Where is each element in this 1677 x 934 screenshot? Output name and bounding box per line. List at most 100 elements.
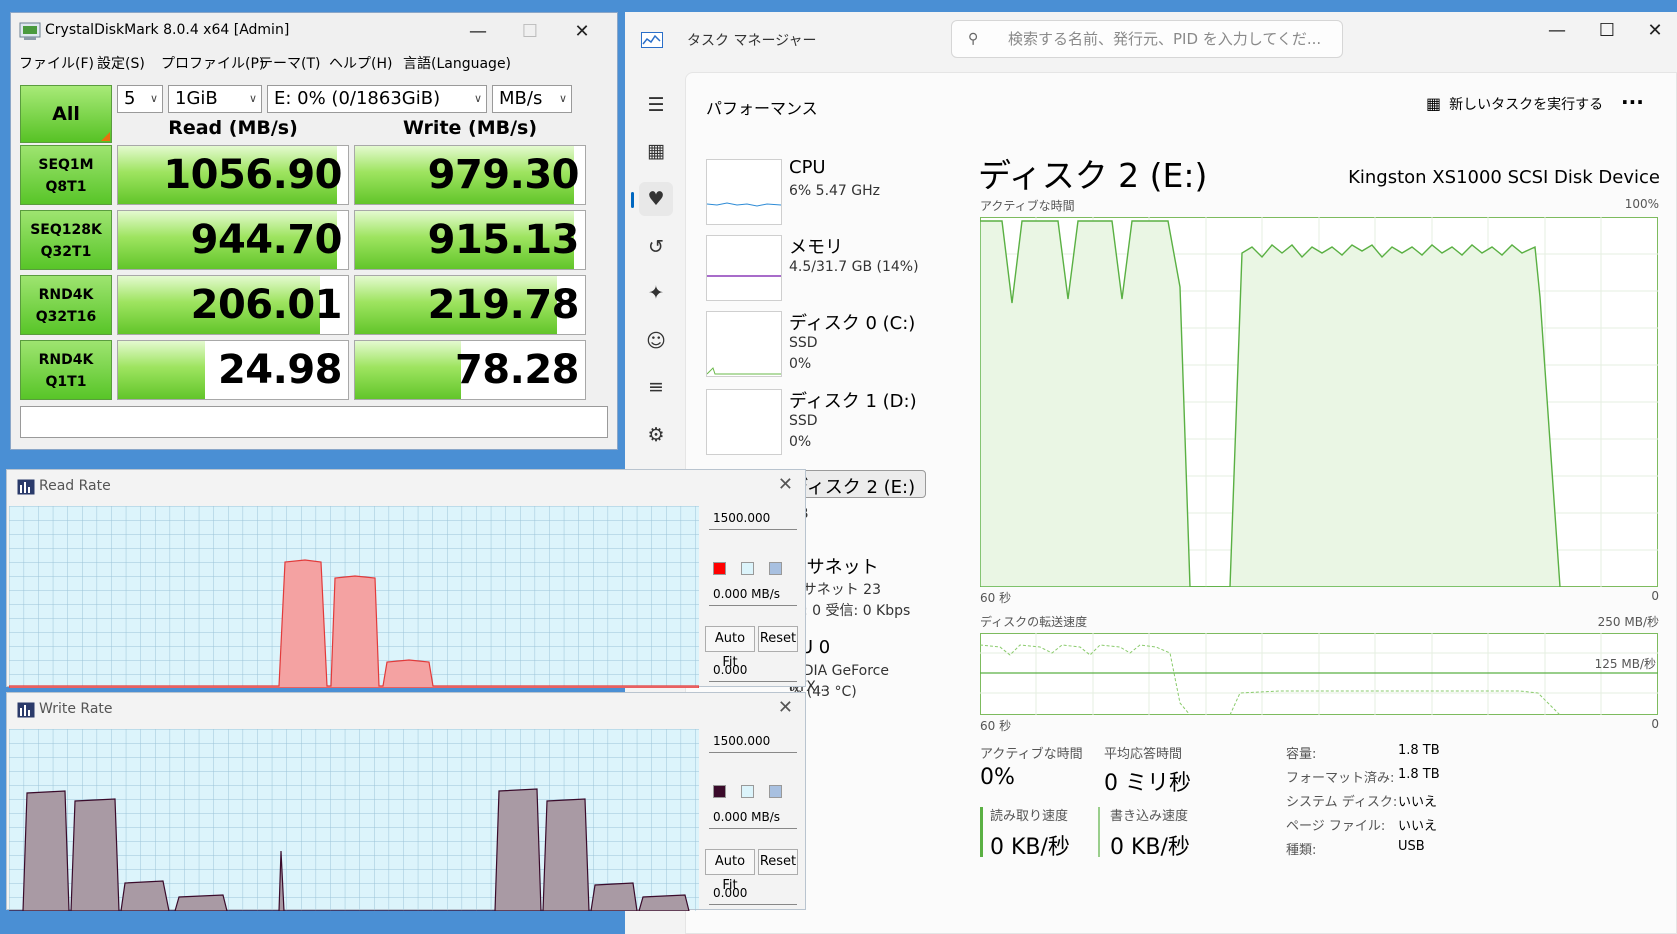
- write-rate-plot: [9, 729, 699, 912]
- max-value-field[interactable]: 1500.000: [709, 508, 797, 530]
- search-placeholder: 検索する名前、発行元、PID を入力してくだ...: [1008, 30, 1322, 48]
- unit-select[interactable]: MB/s ∨: [492, 85, 572, 113]
- all-button[interactable]: All: [20, 85, 112, 143]
- read-speed-value: 0 KB/秒: [990, 835, 1070, 860]
- write-speed-indicator: [1098, 807, 1100, 857]
- device-disk0[interactable]: ディスク 0 (C:) SSD 0%: [696, 305, 926, 383]
- chevron-down-icon: ∨: [248, 92, 257, 105]
- chart2-max: 250 MB/秒: [1597, 615, 1659, 629]
- close-button[interactable]: ✕: [778, 474, 793, 495]
- read-header: Read (MB/s): [168, 117, 298, 139]
- test-rnd4k-q1t1-button[interactable]: RND4K Q1T1: [20, 340, 112, 400]
- comment-field[interactable]: [20, 406, 608, 438]
- size-select[interactable]: 1GiB ∨: [168, 85, 262, 113]
- performance-icon[interactable]: ♥: [631, 182, 673, 216]
- search-input[interactable]: ⚲ 検索する名前、発行元、PID を入力してくだ...: [951, 20, 1343, 58]
- app-history-icon[interactable]: ↺: [639, 230, 673, 264]
- details-icon[interactable]: ≡: [639, 370, 673, 404]
- cpu-thumbnail: [706, 159, 782, 225]
- line-color-swatch[interactable]: [713, 562, 726, 575]
- result-seq1m-read: 1056.90: [117, 145, 349, 205]
- menu-profile[interactable]: プロファイル(P): [161, 53, 264, 73]
- services-icon[interactable]: ⚙: [639, 418, 673, 452]
- active-time-label: アクティブな時間: [980, 747, 1083, 762]
- chart2-left-label: 60 秒: [980, 719, 1012, 733]
- minimize-button[interactable]: —: [1532, 12, 1582, 50]
- max-value-field[interactable]: 1500.000: [709, 731, 797, 753]
- chevron-down-icon: ∨: [473, 92, 482, 105]
- maximize-button[interactable]: ☐: [505, 13, 555, 51]
- performance-panel: パフォーマンス ▦ 新しいタスクを実行する ... CPU 6% 5.47 GHz…: [685, 72, 1677, 934]
- result-bar: [118, 341, 206, 399]
- new-task-icon: ▦: [1426, 94, 1442, 113]
- chart1-left-label: 60 秒: [980, 591, 1012, 605]
- count-select[interactable]: 5 ∨: [117, 85, 163, 113]
- close-button[interactable]: ✕: [557, 13, 607, 51]
- menu-help[interactable]: ヘルプ(H): [329, 53, 392, 73]
- page-title: パフォーマンス: [706, 99, 818, 118]
- device-cpu[interactable]: CPU 6% 5.47 GHz: [696, 153, 926, 231]
- users-icon[interactable]: ☺: [639, 324, 673, 358]
- chevron-down-icon: ∨: [149, 92, 158, 105]
- chart2-label: ディスクの転送速度: [980, 615, 1088, 629]
- device-memory[interactable]: メモリ 4.5/31.7 GB (14%): [696, 229, 926, 307]
- menu-file[interactable]: ファイル(F): [19, 53, 94, 73]
- test-seq128k-button[interactable]: SEQ128K Q32T1: [20, 210, 112, 270]
- write-rate-graph: [9, 729, 699, 912]
- test-seq1m-button[interactable]: SEQ1M Q8T1: [20, 145, 112, 205]
- device-disk1[interactable]: ディスク 1 (D:) SSD 0%: [696, 383, 926, 461]
- more-options-button[interactable]: ...: [1621, 85, 1644, 109]
- read-rate-controls: 1500.000 0.000 MB/s Auto Fit Reset 0.000: [701, 506, 807, 686]
- chart2-right-label: 0: [1651, 717, 1659, 731]
- grid-color-swatch[interactable]: [769, 785, 782, 798]
- drive-select[interactable]: E: 0% (0/1863GiB) ∨: [267, 85, 487, 113]
- read-rate-plot: [8, 506, 700, 689]
- grid-color-swatch[interactable]: [769, 562, 782, 575]
- write-rate-window: Write Rate ✕ 1500.000 0.000 MB/s Auto Fi…: [6, 692, 806, 912]
- hamburger-menu-icon[interactable]: ☰: [639, 88, 673, 122]
- prop-key-4: 種類:: [1286, 843, 1317, 858]
- chart1-right-label: 0: [1651, 589, 1659, 603]
- reset-button[interactable]: Reset: [758, 849, 798, 875]
- window-title: Write Rate: [39, 701, 113, 717]
- menu-language[interactable]: 言語(Language): [403, 53, 511, 73]
- prop-val-1: 1.8 TB: [1398, 767, 1440, 782]
- min-value-field[interactable]: 0.000: [709, 660, 797, 682]
- chart1-label: アクティブな時間: [980, 199, 1075, 213]
- close-button[interactable]: ✕: [778, 697, 793, 718]
- menu-settings[interactable]: 設定(S): [97, 53, 145, 73]
- prop-val-0: 1.8 TB: [1398, 743, 1440, 758]
- line-color-swatch[interactable]: [713, 785, 726, 798]
- transfer-rate-chart: [980, 633, 1658, 715]
- menu-bar: ファイル(F) 設定(S) プロファイル(P) テーマ(T) ヘルプ(H) 言語…: [11, 51, 617, 75]
- window-title: Read Rate: [39, 478, 111, 494]
- active-time-value: 0%: [980, 765, 1015, 790]
- chart1-max: 100%: [1624, 197, 1659, 211]
- background-color-swatch[interactable]: [741, 785, 754, 798]
- active-time-chart: [980, 217, 1658, 587]
- response-time-value: 0 ミリ秒: [1104, 771, 1191, 796]
- processes-icon[interactable]: ▦: [639, 134, 673, 168]
- reset-button[interactable]: Reset: [758, 626, 798, 652]
- minimize-button[interactable]: —: [453, 13, 503, 51]
- prop-key-2: システム ディスク:: [1286, 795, 1398, 810]
- current-value-field: 0.000 MB/s: [709, 584, 797, 606]
- write-speed-label: 書き込み速度: [1110, 809, 1189, 824]
- result-rnd4k-q32t16-write: 219.78: [354, 275, 586, 335]
- read-rate-graph: [8, 506, 700, 689]
- memory-thumbnail: [706, 235, 782, 301]
- auto-fit-button[interactable]: Auto Fit: [705, 849, 755, 893]
- startup-apps-icon[interactable]: ✦: [639, 276, 673, 310]
- background-color-swatch[interactable]: [741, 562, 754, 575]
- maximize-button[interactable]: ☐: [1582, 12, 1632, 50]
- close-button[interactable]: ✕: [1630, 12, 1677, 50]
- disk-heading: ディスク 2 (E:): [978, 156, 1208, 195]
- test-rnd4k-q32t16-button[interactable]: RND4K Q32T16: [20, 275, 112, 335]
- menu-theme[interactable]: テーマ(T): [259, 53, 320, 73]
- min-value-field[interactable]: 0.000: [709, 883, 797, 905]
- write-speed-value: 0 KB/秒: [1110, 835, 1190, 860]
- run-new-task-button[interactable]: ▦ 新しいタスクを実行する: [1426, 87, 1603, 121]
- response-time-label: 平均応答時間: [1104, 747, 1183, 762]
- auto-fit-button[interactable]: Auto Fit: [705, 626, 755, 670]
- result-seq128k-write: 915.13: [354, 210, 586, 270]
